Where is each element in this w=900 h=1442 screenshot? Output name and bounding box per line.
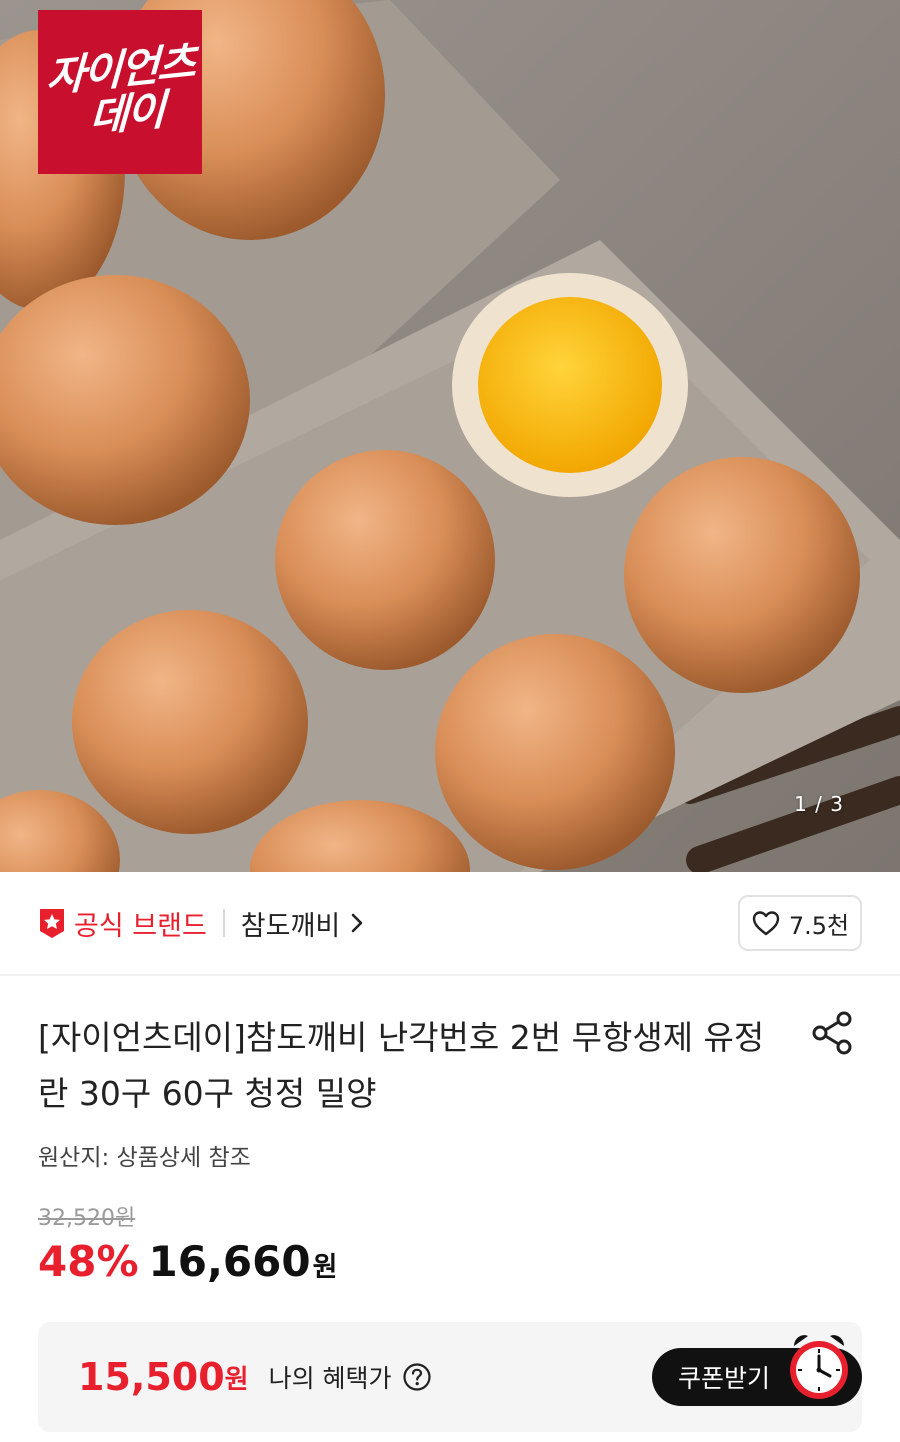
promo-logo-line2: 데이: [89, 85, 165, 142]
store-link[interactable]: 참도깨비: [241, 904, 364, 943]
star-shield-icon: [40, 909, 64, 938]
discount-rate: 48%: [38, 1237, 139, 1286]
like-button[interactable]: 7.5천: [738, 895, 862, 951]
coupon-button-label: 쿠폰받기: [678, 1364, 771, 1393]
origin-info: 원산지: 상품상세 참조: [38, 1145, 251, 1171]
store-name: 참도깨비: [240, 910, 341, 942]
benefit-price-unit: 원: [224, 1364, 249, 1395]
original-price: 32,520원: [38, 1206, 136, 1231]
official-brand-badge: 공식 브랜드: [38, 904, 207, 943]
benefit-label: 나의 혜택가: [268, 1364, 392, 1393]
question-circle-icon[interactable]: [402, 1362, 432, 1392]
promo-event-logo: 자이언츠 데이: [38, 10, 202, 174]
sale-price: 16,660: [148, 1237, 311, 1286]
product-title: [자이언츠데이]참도깨비 난각번호 2번 무항생제 유정란 30구 60구 청정…: [38, 1018, 765, 1113]
divider: [222, 909, 225, 937]
sale-price-unit: 원: [312, 1252, 338, 1283]
benefit-price: 15,500: [78, 1355, 225, 1399]
image-page-indicator: 1 / 3: [794, 792, 844, 816]
product-image-carousel[interactable]: 자이언츠 데이 1 / 3: [0, 0, 900, 872]
chevron-right-icon: [351, 913, 363, 933]
share-icon[interactable]: [810, 1010, 856, 1056]
heart-icon: [752, 911, 780, 936]
alarm-clock-icon: [790, 1335, 848, 1404]
official-brand-label: 공식 브랜드: [74, 910, 207, 942]
price-row: 48% 16,660 원: [38, 1237, 337, 1286]
like-count: 7.5천: [788, 911, 850, 940]
brand-bar: 공식 브랜드 참도깨비 7.5천: [0, 872, 900, 976]
